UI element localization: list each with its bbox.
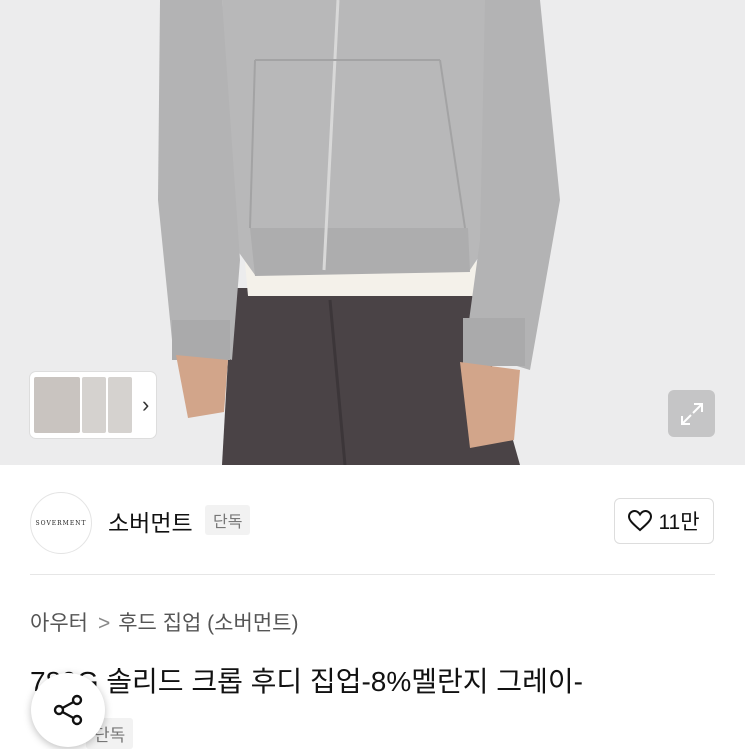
brand-name[interactable]: 소버먼트 — [108, 504, 193, 538]
thumbnail-1[interactable] — [34, 377, 80, 433]
divider — [30, 574, 715, 575]
share-icon — [53, 694, 83, 726]
chevron-right-icon[interactable]: › — [142, 392, 149, 418]
like-count: 11만 — [658, 511, 700, 534]
breadcrumb-separator: > — [97, 612, 111, 635]
like-button[interactable]: 11만 — [614, 498, 714, 544]
heart-icon — [628, 510, 653, 532]
product-image[interactable]: › — [0, 0, 745, 465]
expand-icon — [680, 402, 703, 425]
brand-row: SOVERMENT 소버먼트 단독 11만 — [0, 480, 745, 570]
breadcrumb-item-hood-zipup[interactable]: 후드 집업 (소버먼트) — [118, 612, 298, 635]
brand-badge: 단독 — [205, 505, 251, 535]
expand-button[interactable] — [668, 390, 715, 437]
product-title: 780G 솔리드 크롭 후디 집업-8%멜란지 그레이- — [30, 666, 583, 697]
brand-logo[interactable]: SOVERMENT — [30, 492, 92, 554]
share-button[interactable] — [31, 673, 105, 747]
breadcrumb-item-outer[interactable]: 아우터 — [30, 612, 88, 635]
thumbnail-strip[interactable]: › — [30, 372, 156, 438]
brand-logo-text: SOVERMENT — [35, 519, 87, 527]
thumbnail-3[interactable] — [108, 377, 132, 433]
breadcrumb: 아우터 > 후드 집업 (소버먼트) — [30, 607, 298, 637]
thumbnail-2[interactable] — [82, 377, 106, 433]
